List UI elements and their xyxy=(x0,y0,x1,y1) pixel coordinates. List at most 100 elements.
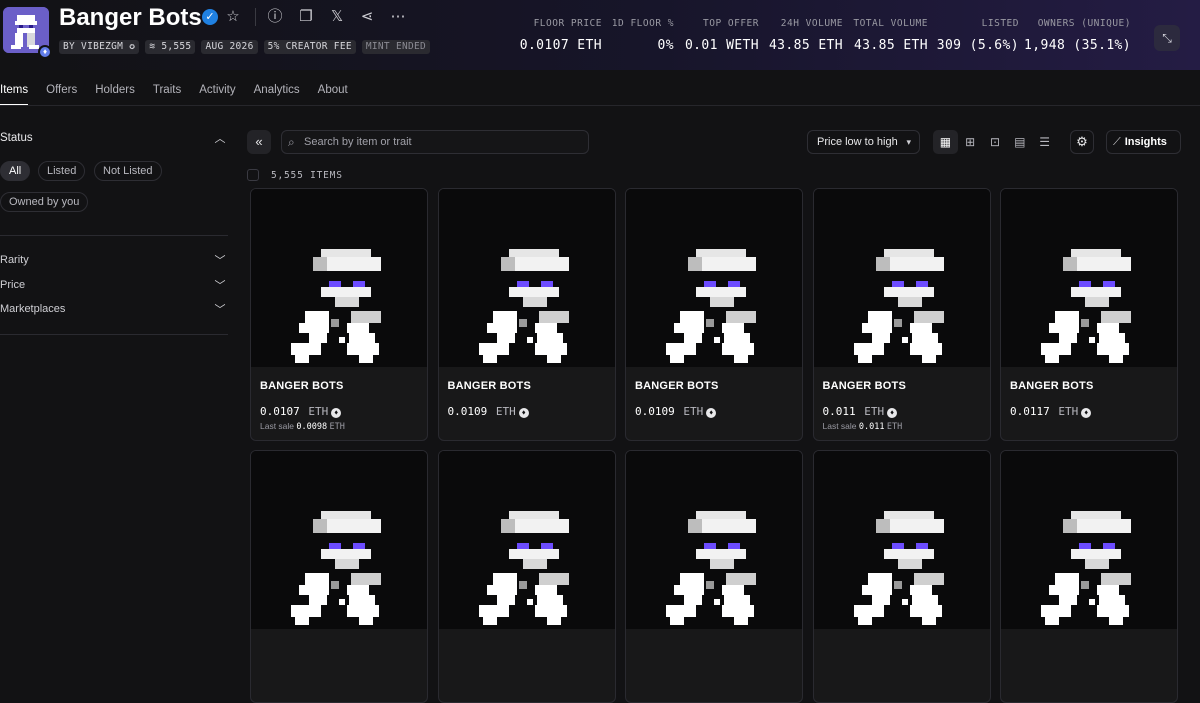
nft-image xyxy=(626,189,802,367)
collection-tags: BY VIBEZGM ✪ ≋ 5,555 AUG 2026 5% CREATOR… xyxy=(59,40,431,54)
search-box[interactable]: ⌕ xyxy=(281,130,589,154)
nft-image-container[interactable] xyxy=(813,451,990,629)
filter-price[interactable]: Price xyxy=(0,279,25,291)
status-all-pill[interactable]: All xyxy=(0,161,31,181)
nft-image-container[interactable] xyxy=(626,189,802,367)
date-tag: AUG 2026 xyxy=(201,40,258,54)
nft-image-container[interactable] xyxy=(251,189,427,367)
last-sale-label: Last sale xyxy=(260,421,295,431)
search-input[interactable] xyxy=(304,134,584,150)
verified-badge-icon: ✓ xyxy=(202,9,218,25)
status-listed-pill[interactable]: Listed xyxy=(38,161,86,181)
list-view-icon[interactable]: ☰ xyxy=(1032,130,1057,154)
nft-card[interactable] xyxy=(1000,450,1178,703)
nft-image-container[interactable] xyxy=(1001,189,1177,367)
chevron-up-icon[interactable]: ︿ xyxy=(214,133,226,145)
nft-card[interactable]: BANGER BOTS 0.011 ETH ♦ Last sale 0.011 ETH xyxy=(812,188,991,441)
nft-name: BANGER BOTS xyxy=(635,380,719,392)
nft-card[interactable] xyxy=(625,450,803,703)
nft-card[interactable]: BANGER BOTS 0.0109 ETH ♦ xyxy=(625,188,803,441)
last-sale-currency: ETH xyxy=(886,422,903,432)
nft-card[interactable]: BANGER BOTS 0.0107 ETH ♦ Last sale 0.0098 E… xyxy=(250,188,428,441)
price-value: 0.011 xyxy=(822,405,856,418)
nft-card[interactable] xyxy=(812,450,991,703)
stat-owners: OWNERS (UNIQUE) 1,948 (35.1%) xyxy=(1024,18,1131,53)
last-sale-value: 0.0098 xyxy=(296,422,328,432)
sidebar-divider xyxy=(0,235,228,236)
nft-image-container[interactable] xyxy=(626,451,802,629)
tab-analytics[interactable]: Analytics xyxy=(254,84,300,106)
collection-header: ♦ Banger Bots ✓ ☆ ⓘ ❐ 𝕏 ⋖ ⋯ BY VIBEZGM ✪… xyxy=(0,0,1200,70)
creator-verified-icon: ✪ xyxy=(129,41,136,52)
eth-coin-icon: ♦ xyxy=(887,408,898,418)
status-not-listed-pill[interactable]: Not Listed xyxy=(94,161,162,181)
last-sale-label: Last sale xyxy=(822,421,857,431)
tab-offers[interactable]: Offers xyxy=(46,84,77,106)
status-owned-pill[interactable]: Owned by you xyxy=(0,192,89,212)
nft-image xyxy=(251,189,427,367)
nft-image-container[interactable] xyxy=(438,451,615,629)
sidebar-divider xyxy=(0,334,228,335)
nft-price: 0.011 ETH ♦ xyxy=(823,405,898,418)
filter-marketplaces[interactable]: Marketplaces xyxy=(0,303,65,315)
expand-icon: ⤡ xyxy=(1162,31,1172,45)
sort-dropdown[interactable]: Price low to high ▾ xyxy=(807,130,920,154)
creator-fee-tag: 5% CREATOR FEE xyxy=(263,40,356,54)
chevron-down-icon[interactable]: ﹀ xyxy=(214,304,226,316)
settings-button[interactable]: ⚙ xyxy=(1070,130,1094,154)
collapse-sidebar-button[interactable]: « xyxy=(247,130,271,154)
filter-rarity[interactable]: Rarity xyxy=(0,254,29,266)
stat-1d-floor: 1D FLOOR % 0% xyxy=(611,18,674,53)
tab-items[interactable]: Items xyxy=(0,84,29,106)
nft-image xyxy=(813,189,990,367)
item-count: 5,555 ITEMS xyxy=(271,170,343,181)
nft-name: BANGER BOTS xyxy=(260,380,344,392)
nft-image xyxy=(438,189,615,367)
nft-price: 0.0107 ETH ♦ xyxy=(260,405,342,418)
eth-coin-icon: ♦ xyxy=(518,408,529,418)
nft-image-container[interactable] xyxy=(251,451,427,629)
table-view-icon[interactable]: ▤ xyxy=(1007,130,1032,154)
nft-card[interactable] xyxy=(437,450,616,703)
sort-label: Price low to high xyxy=(817,136,898,148)
tab-about[interactable]: About xyxy=(318,84,348,106)
tab-holders[interactable]: Holders xyxy=(95,84,135,106)
nft-image xyxy=(1001,451,1177,629)
chevron-down-icon[interactable]: ﹀ xyxy=(214,280,226,292)
expand-stats-button[interactable]: ⤡ xyxy=(1154,25,1180,51)
last-sale: Last sale 0.011 ETH xyxy=(823,421,903,432)
tab-traits[interactable]: Traits xyxy=(153,84,181,106)
select-all-checkbox[interactable] xyxy=(247,169,259,181)
price-currency: ETH xyxy=(683,405,704,418)
nft-image xyxy=(626,451,802,629)
nft-price: 0.0109 ETH ♦ xyxy=(448,405,529,418)
medium-grid-view-icon[interactable]: ⊞ xyxy=(958,130,983,154)
more-options-icon[interactable]: ⋯ xyxy=(389,8,407,26)
copy-icon[interactable]: ❐ xyxy=(297,8,315,26)
x-twitter-icon[interactable]: 𝕏 xyxy=(328,8,346,26)
share-icon[interactable]: ⋖ xyxy=(358,8,376,26)
chevron-down-icon[interactable]: ﹀ xyxy=(214,255,226,267)
info-icon[interactable]: ⓘ xyxy=(266,8,284,26)
view-mode-group: ▦ ⊞ ⊡ ▤ ☰ xyxy=(933,130,1057,154)
stat-top-offer: TOP OFFER 0.01 WETH xyxy=(684,18,759,53)
collection-title: Banger Bots xyxy=(59,4,202,31)
price-currency: ETH xyxy=(308,405,329,418)
nft-card[interactable] xyxy=(250,450,428,703)
small-grid-view-icon[interactable]: ⊡ xyxy=(983,130,1008,154)
large-grid-view-icon[interactable]: ▦ xyxy=(933,130,958,154)
nft-card[interactable]: BANGER BOTS 0.0117 ETH ♦ xyxy=(1000,188,1178,441)
nft-price: 0.0109 ETH ♦ xyxy=(635,405,717,418)
nft-image-container[interactable] xyxy=(813,189,990,367)
price-currency: ETH xyxy=(1058,405,1079,418)
nft-image-container[interactable] xyxy=(1001,451,1177,629)
creator-tag[interactable]: BY VIBEZGM ✪ xyxy=(59,40,140,54)
collection-tabs: Items Offers Holders Traits Activity Ana… xyxy=(0,84,366,106)
tab-activity[interactable]: Activity xyxy=(199,84,235,106)
nft-image-container[interactable] xyxy=(438,189,615,367)
nft-card[interactable]: BANGER BOTS 0.0109 ETH ♦ xyxy=(437,188,616,441)
insights-button[interactable]: ⟋ Insights xyxy=(1106,130,1181,154)
price-currency: ETH xyxy=(495,405,516,418)
star-favorite-icon[interactable]: ☆ xyxy=(224,8,242,26)
status-filter-title[interactable]: Status xyxy=(0,132,33,144)
